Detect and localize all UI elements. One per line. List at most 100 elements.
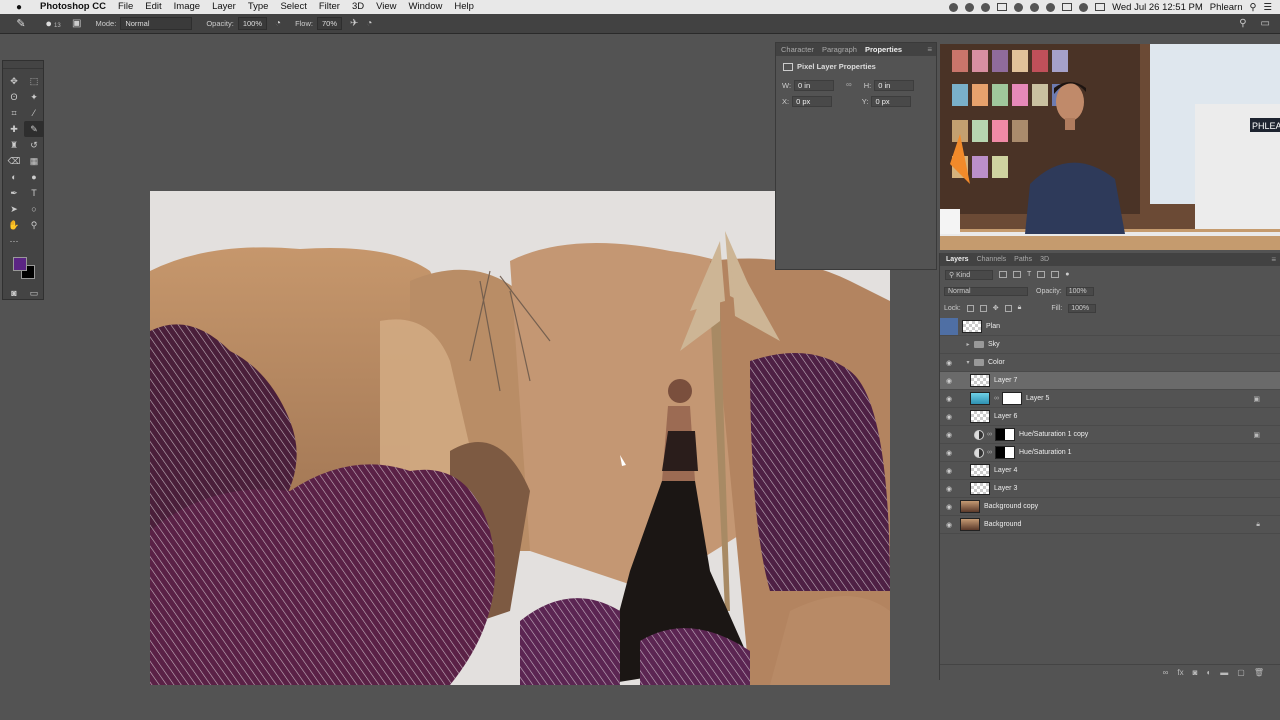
lock-pixels-icon[interactable] <box>979 304 987 312</box>
notification-icon[interactable]: ☰ <box>1263 2 1272 13</box>
layers-menu-icon[interactable]: ≡ <box>1271 255 1276 264</box>
layer-row-sky[interactable]: ◉ ▸ Sky <box>940 336 1280 354</box>
filter-pixel-icon[interactable] <box>999 271 1007 278</box>
visibility-eye-icon[interactable]: ◉ <box>940 413 958 421</box>
layer-row-layer-5[interactable]: ◉ ∞ Layer 5 ▣ <box>940 390 1280 408</box>
layer-row-hue-sat-copy[interactable]: ◉ ∞ Hue/Saturation 1 copy ▣ <box>940 426 1280 444</box>
user-name[interactable]: Phlearn <box>1210 2 1243 13</box>
brush-tool-preset-icon[interactable]: ✎ <box>10 17 32 30</box>
lasso-tool-icon[interactable]: ʘ <box>4 89 24 105</box>
layer-opacity-field[interactable]: 100% <box>1065 287 1094 296</box>
tab-3d[interactable]: 3D <box>1037 253 1052 266</box>
volume-icon[interactable] <box>1079 2 1089 12</box>
quick-mask-icon[interactable]: ◙ <box>4 285 24 301</box>
menu-select[interactable]: Select <box>274 0 312 14</box>
history-brush-tool-icon[interactable]: ↺ <box>24 137 44 153</box>
time-machine-icon[interactable] <box>1014 2 1024 12</box>
tab-layers[interactable]: Layers <box>943 253 972 266</box>
opacity-field[interactable]: 100% <box>237 17 268 30</box>
new-adjustment-icon[interactable]: ◐ <box>1206 668 1211 677</box>
layer-row-layer-3[interactable]: ◉ Layer 3 <box>940 480 1280 498</box>
new-layer-icon[interactable]: ▢ <box>1237 668 1245 677</box>
tools-grip[interactable] <box>3 61 43 69</box>
display-icon[interactable] <box>997 3 1008 11</box>
mask-link-icon[interactable]: ∞ <box>987 449 992 456</box>
expand-caret-icon[interactable]: ▸ <box>964 341 972 348</box>
width-field[interactable]: 0 in <box>794 80 835 91</box>
lock-all-icon[interactable]: 🔒︎ <box>1018 304 1022 312</box>
filter-smart-icon[interactable] <box>1051 271 1060 278</box>
layer-mask-thumbnail[interactable] <box>995 446 1015 459</box>
menu-layer[interactable]: Layer <box>206 0 242 14</box>
wifi-icon[interactable] <box>1046 2 1056 12</box>
menu-filter[interactable]: Filter <box>313 0 346 14</box>
visibility-eye-icon[interactable]: ◉ <box>940 449 958 457</box>
visibility-eye-icon[interactable]: ◉ <box>940 377 958 385</box>
layer-mask-thumbnail[interactable] <box>1002 392 1022 405</box>
layer-row-hue-sat[interactable]: ◉ ∞ Hue/Saturation 1 <box>940 444 1280 462</box>
dodge-tool-icon[interactable]: ◐ <box>4 169 24 185</box>
menu-edit[interactable]: Edit <box>139 0 167 14</box>
pressure-size-icon[interactable]: ◔ <box>366 18 372 29</box>
new-group-icon[interactable]: ▬ <box>1220 668 1228 677</box>
creative-cloud-icon[interactable] <box>965 2 975 12</box>
healing-tool-icon[interactable]: ✚ <box>4 121 24 137</box>
layer-row-plan[interactable]: Plan <box>940 318 1280 336</box>
more-tools-icon[interactable]: ⋯ <box>4 233 24 249</box>
visibility-eye-icon[interactable]: ◉ <box>940 395 958 403</box>
y-field[interactable]: 0 px <box>871 96 912 107</box>
stamp-tool-icon[interactable]: ♜ <box>4 137 24 153</box>
filter-type-icon[interactable]: T <box>1027 271 1031 278</box>
foreground-color[interactable] <box>13 257 27 271</box>
lock-position-icon[interactable]: ✥ <box>993 304 999 312</box>
layer-row-layer-6[interactable]: ◉ Layer 6 <box>940 408 1280 426</box>
visibility-eye-icon[interactable]: ◉ <box>940 359 958 367</box>
clock[interactable]: Wed Jul 26 12:51 PM <box>1112 2 1203 13</box>
fx-icon[interactable]: fx <box>1177 668 1183 677</box>
lock-artboard-icon[interactable] <box>1004 304 1012 312</box>
spotlight-icon[interactable]: ⚲ <box>1250 2 1257 13</box>
menu-view[interactable]: View <box>370 0 402 14</box>
shape-tool-icon[interactable]: ○ <box>24 201 44 217</box>
app-menu[interactable]: Photoshop CC <box>34 0 112 14</box>
link-layers-icon[interactable]: ∞ <box>1163 668 1169 677</box>
brush-tip-icon[interactable]: ● 13 <box>42 18 64 30</box>
move-tool-icon[interactable]: ✥ <box>4 73 24 89</box>
layer-row-background-copy[interactable]: ◉ Background copy <box>940 498 1280 516</box>
bluetooth-icon[interactable] <box>1030 2 1040 12</box>
layer-row-background[interactable]: ◉ Background 🔒︎ <box>940 516 1280 534</box>
brush-panel-icon[interactable]: ▣ <box>72 18 81 29</box>
zoom-tool-icon[interactable]: ⚲ <box>24 217 44 233</box>
fill-field[interactable]: 100% <box>1068 303 1097 313</box>
visibility-eye-icon[interactable]: ◉ <box>940 485 958 493</box>
tab-character[interactable]: Character <box>778 43 817 56</box>
lock-icon[interactable]: 🔒︎ <box>1256 521 1260 529</box>
crop-tool-icon[interactable]: ⌗ <box>4 105 24 121</box>
collapse-caret-icon[interactable]: ▾ <box>964 359 972 366</box>
brush-tool-icon[interactable]: ✎ <box>24 121 44 137</box>
x-field[interactable]: 0 px <box>792 96 833 107</box>
panel-menu-icon[interactable]: ≡ <box>927 45 932 54</box>
battery-icon[interactable] <box>1095 3 1106 11</box>
menu-type[interactable]: Type <box>242 0 275 14</box>
add-mask-icon[interactable]: ◙ <box>1193 668 1198 677</box>
mask-link-icon[interactable]: ∞ <box>987 431 992 438</box>
kind-filter-dropdown[interactable]: ⚲ Kind <box>945 269 993 280</box>
airbrush-icon[interactable]: ✈ <box>350 18 358 29</box>
hand-tool-icon[interactable]: ✋ <box>4 217 24 233</box>
layer-row-color[interactable]: ◉ ▾ Color <box>940 354 1280 372</box>
menu-image[interactable]: Image <box>168 0 206 14</box>
screen-mode-icon[interactable]: ▭ <box>24 285 44 301</box>
tab-paths[interactable]: Paths <box>1011 253 1035 266</box>
menu-3d[interactable]: 3D <box>346 0 370 14</box>
path-select-tool-icon[interactable]: ➤ <box>4 201 24 217</box>
pen-tool-icon[interactable]: ✒ <box>4 185 24 201</box>
visibility-eye-icon[interactable]: ◉ <box>940 467 958 475</box>
layer-row-layer-4[interactable]: ◉ Layer 4 <box>940 462 1280 480</box>
workspace-icon[interactable]: ▭ <box>1261 18 1270 29</box>
search-icon[interactable]: ⚲ <box>1239 18 1246 29</box>
tab-properties[interactable]: Properties <box>862 43 905 56</box>
visibility-eye-icon[interactable]: ◉ <box>940 431 958 439</box>
mask-link-icon[interactable]: ∞ <box>994 395 999 402</box>
dropbox-icon[interactable] <box>981 2 991 12</box>
